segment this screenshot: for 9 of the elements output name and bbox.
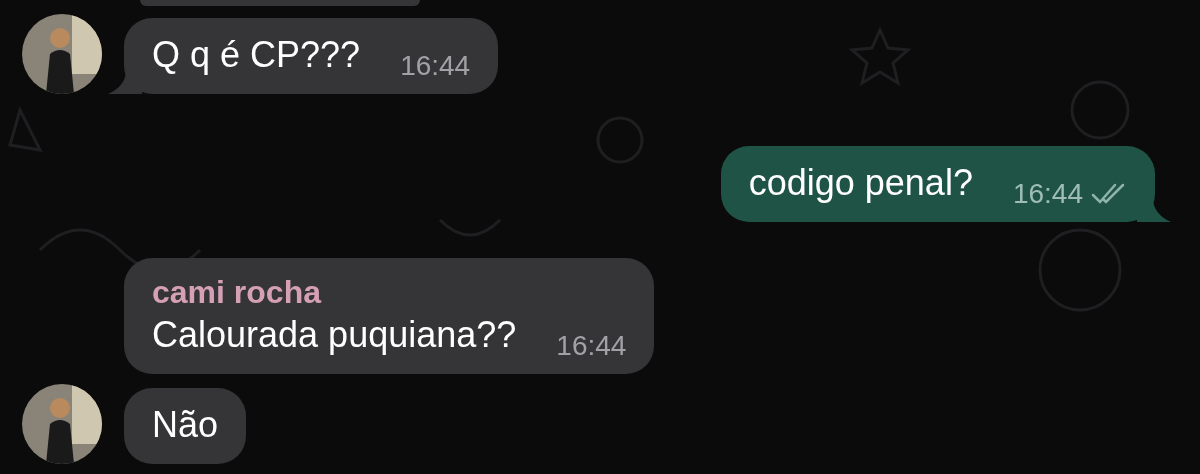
message-text: Q q é CP??? bbox=[152, 33, 361, 77]
message-text: codigo penal? bbox=[748, 161, 973, 205]
double-check-icon bbox=[1091, 182, 1127, 206]
sender-name: cami rocha bbox=[152, 273, 323, 312]
message-text: Calourada puquiana?? bbox=[152, 313, 517, 357]
message-time: 16:44 bbox=[1012, 178, 1083, 210]
message-text: Não bbox=[152, 403, 219, 447]
message-time: 16:44 bbox=[400, 50, 471, 82]
message-time: 16:44 bbox=[556, 330, 627, 362]
